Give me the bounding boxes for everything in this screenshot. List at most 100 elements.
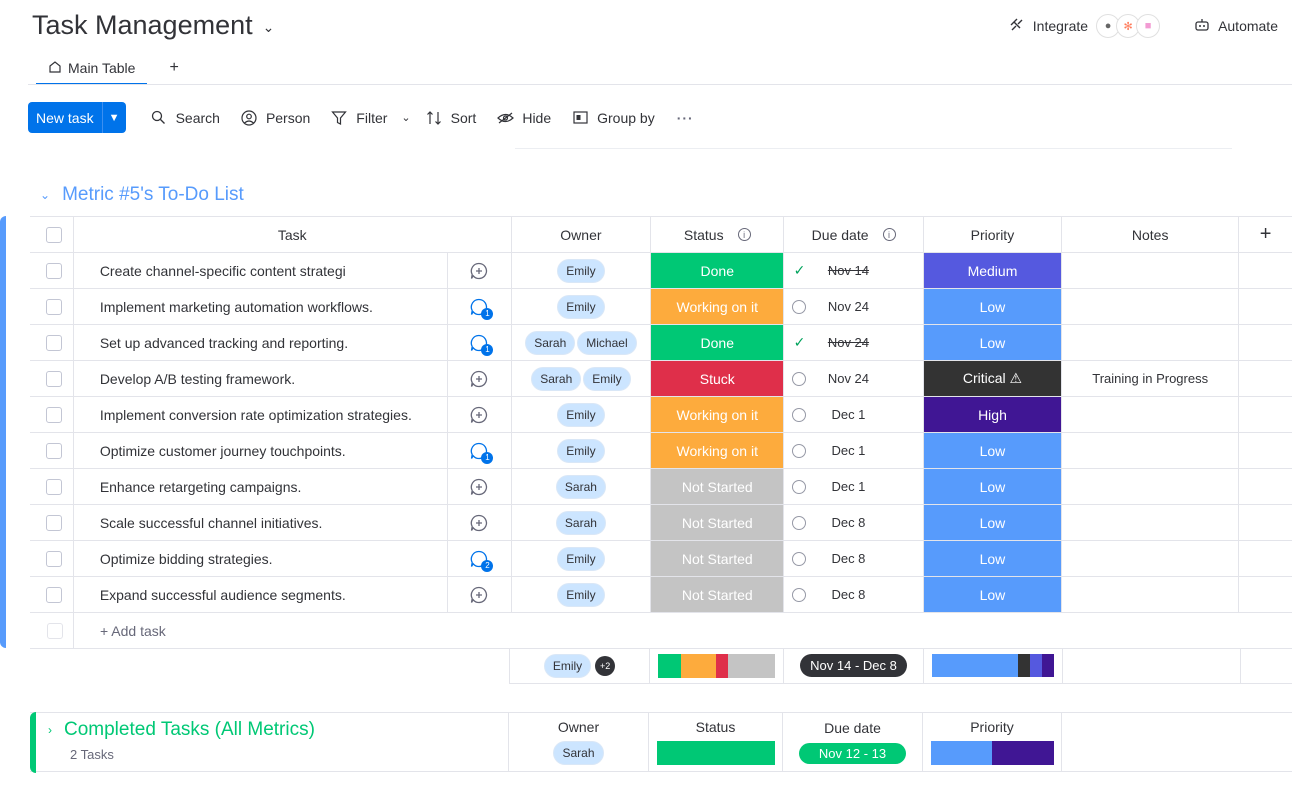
owner-cell[interactable]: Sarah Michael <box>512 325 652 360</box>
task-name-cell[interactable]: Expand successful audience segments. <box>74 577 449 612</box>
due-date-cell[interactable]: Nov 24 <box>784 289 924 324</box>
row-checkbox[interactable] <box>46 406 63 423</box>
priority-cell[interactable]: Low <box>923 469 1063 504</box>
row-checkbox[interactable] <box>46 370 63 387</box>
hide-button[interactable]: Hide <box>486 102 561 133</box>
priority-cell[interactable]: Low <box>923 505 1063 540</box>
conversation-icon[interactable]: 2 <box>469 549 494 572</box>
status-cell[interactable]: Stuck <box>651 361 785 396</box>
column-header-notes[interactable]: Notes <box>1062 217 1240 252</box>
conversation-cell[interactable]: 1 <box>448 325 512 360</box>
completed-priority-column[interactable]: Priority <box>923 713 1062 771</box>
column-header-due-date[interactable]: Due date i <box>784 217 924 252</box>
status-cell[interactable]: Working on it <box>651 397 785 432</box>
due-date-cell[interactable]: Dec 1 <box>784 397 924 432</box>
task-name-cell[interactable]: Implement conversion rate optimization s… <box>74 397 449 432</box>
add-update-icon[interactable] <box>469 369 489 389</box>
conversation-cell[interactable]: 1 <box>448 433 512 468</box>
owner-cell[interactable]: Emily <box>512 397 652 432</box>
add-update-icon[interactable] <box>469 477 489 497</box>
completed-status-column[interactable]: Status <box>649 713 783 771</box>
group-title[interactable]: Metric #5's To-Do List <box>62 184 244 206</box>
priority-cell[interactable]: Medium <box>923 253 1063 288</box>
add-update-icon[interactable] <box>469 585 489 605</box>
task-name-cell[interactable]: Enhance retargeting campaigns. <box>74 469 449 504</box>
notes-cell[interactable] <box>1062 325 1240 360</box>
add-task-row[interactable]: + Add task <box>30 613 1292 649</box>
due-status-circle[interactable] <box>792 443 807 458</box>
due-date-cell[interactable]: ✓ Nov 24 <box>784 325 924 360</box>
new-task-dropdown-icon[interactable]: ▼ <box>101 102 126 133</box>
sort-button[interactable]: Sort <box>415 102 487 133</box>
notes-cell[interactable] <box>1062 505 1240 540</box>
chevron-down-icon[interactable]: ⌄ <box>40 188 50 202</box>
table-row[interactable]: Create channel-specific content strategi… <box>30 253 1292 289</box>
row-checkbox[interactable] <box>46 262 63 279</box>
check-icon[interactable]: ✓ <box>792 262 806 279</box>
conversation-icon[interactable]: 1 <box>469 441 494 464</box>
due-status-circle[interactable] <box>792 371 807 386</box>
due-status-circle[interactable] <box>792 515 807 530</box>
due-date-cell[interactable]: Dec 8 <box>784 505 924 540</box>
chevron-right-icon[interactable]: › <box>48 723 52 737</box>
completed-due-column[interactable]: Due date Nov 12 - 13 <box>783 713 923 771</box>
summary-status[interactable] <box>650 648 784 683</box>
due-date-cell[interactable]: Dec 8 <box>784 577 924 612</box>
add-update-icon[interactable] <box>469 261 489 281</box>
conversation-cell[interactable] <box>448 397 512 432</box>
completed-group-info[interactable]: › Completed Tasks (All Metrics) 2 Tasks <box>30 713 509 771</box>
owner-cell[interactable]: Sarah <box>512 505 652 540</box>
task-name-cell[interactable]: Create channel-specific content strategi <box>74 253 449 288</box>
status-cell[interactable]: Working on it <box>651 289 785 324</box>
conversation-icon[interactable]: 1 <box>469 333 494 356</box>
select-all-checkbox[interactable] <box>46 226 63 243</box>
conversation-cell[interactable] <box>448 361 512 396</box>
new-task-button[interactable]: New task <box>28 102 102 133</box>
conversation-cell[interactable] <box>448 505 512 540</box>
notes-cell[interactable] <box>1062 577 1240 612</box>
summary-due-date[interactable]: Nov 14 - Dec 8 <box>784 648 924 683</box>
row-checkbox[interactable] <box>46 334 63 351</box>
table-row[interactable]: Enhance retargeting campaigns. Sarah Not… <box>30 469 1292 505</box>
column-header-task[interactable]: Task <box>74 217 512 252</box>
task-name-cell[interactable]: Implement marketing automation workflows… <box>74 289 449 324</box>
conversation-cell[interactable]: 2 <box>448 541 512 576</box>
person-filter-button[interactable]: Person <box>230 102 320 133</box>
conversation-cell[interactable]: 1 <box>448 289 512 324</box>
column-header-status[interactable]: Status i <box>651 217 785 252</box>
priority-cell[interactable]: High <box>923 397 1063 432</box>
filter-button[interactable]: Filter <box>320 102 397 133</box>
row-checkbox[interactable] <box>46 586 63 603</box>
group-by-button[interactable]: Group by <box>561 102 665 133</box>
table-row[interactable]: Develop A/B testing framework. Sarah Emil… <box>30 361 1292 397</box>
conversation-cell[interactable] <box>448 577 512 612</box>
due-date-cell[interactable]: Dec 1 <box>784 433 924 468</box>
add-task-input[interactable]: + Add task <box>74 613 166 648</box>
owner-cell[interactable]: Sarah <box>512 469 652 504</box>
table-row[interactable]: Optimize customer journey touchpoints. 1… <box>30 433 1292 469</box>
task-name-cell[interactable]: Set up advanced tracking and reporting. <box>74 325 449 360</box>
status-cell[interactable]: Not Started <box>651 469 785 504</box>
notes-cell[interactable] <box>1062 397 1240 432</box>
info-icon[interactable]: i <box>882 228 896 241</box>
notes-cell[interactable] <box>1062 289 1240 324</box>
task-name-cell[interactable]: Optimize customer journey touchpoints. <box>74 433 449 468</box>
priority-cell[interactable]: Low <box>923 577 1063 612</box>
table-row[interactable]: Set up advanced tracking and reporting. … <box>30 325 1292 361</box>
notes-cell[interactable] <box>1062 469 1240 504</box>
owner-cell[interactable]: Sarah Emily <box>512 361 652 396</box>
due-status-circle[interactable] <box>792 551 807 566</box>
search-button[interactable]: Search <box>140 102 230 133</box>
status-cell[interactable]: Not Started <box>651 505 785 540</box>
task-name-cell[interactable]: Scale successful channel initiatives. <box>74 505 449 540</box>
integrate-button[interactable]: Integrate <box>1005 15 1092 38</box>
due-date-cell[interactable]: Dec 8 <box>784 541 924 576</box>
column-header-owner[interactable]: Owner <box>512 217 652 252</box>
due-date-cell[interactable]: Dec 1 <box>784 469 924 504</box>
due-status-circle[interactable] <box>792 479 807 494</box>
info-icon[interactable]: i <box>737 228 751 241</box>
summary-owner[interactable]: Emily +2 <box>510 648 650 683</box>
priority-cell[interactable]: Low <box>923 289 1063 324</box>
row-checkbox[interactable] <box>46 298 63 315</box>
notes-cell[interactable]: Training in Progress <box>1062 361 1240 396</box>
